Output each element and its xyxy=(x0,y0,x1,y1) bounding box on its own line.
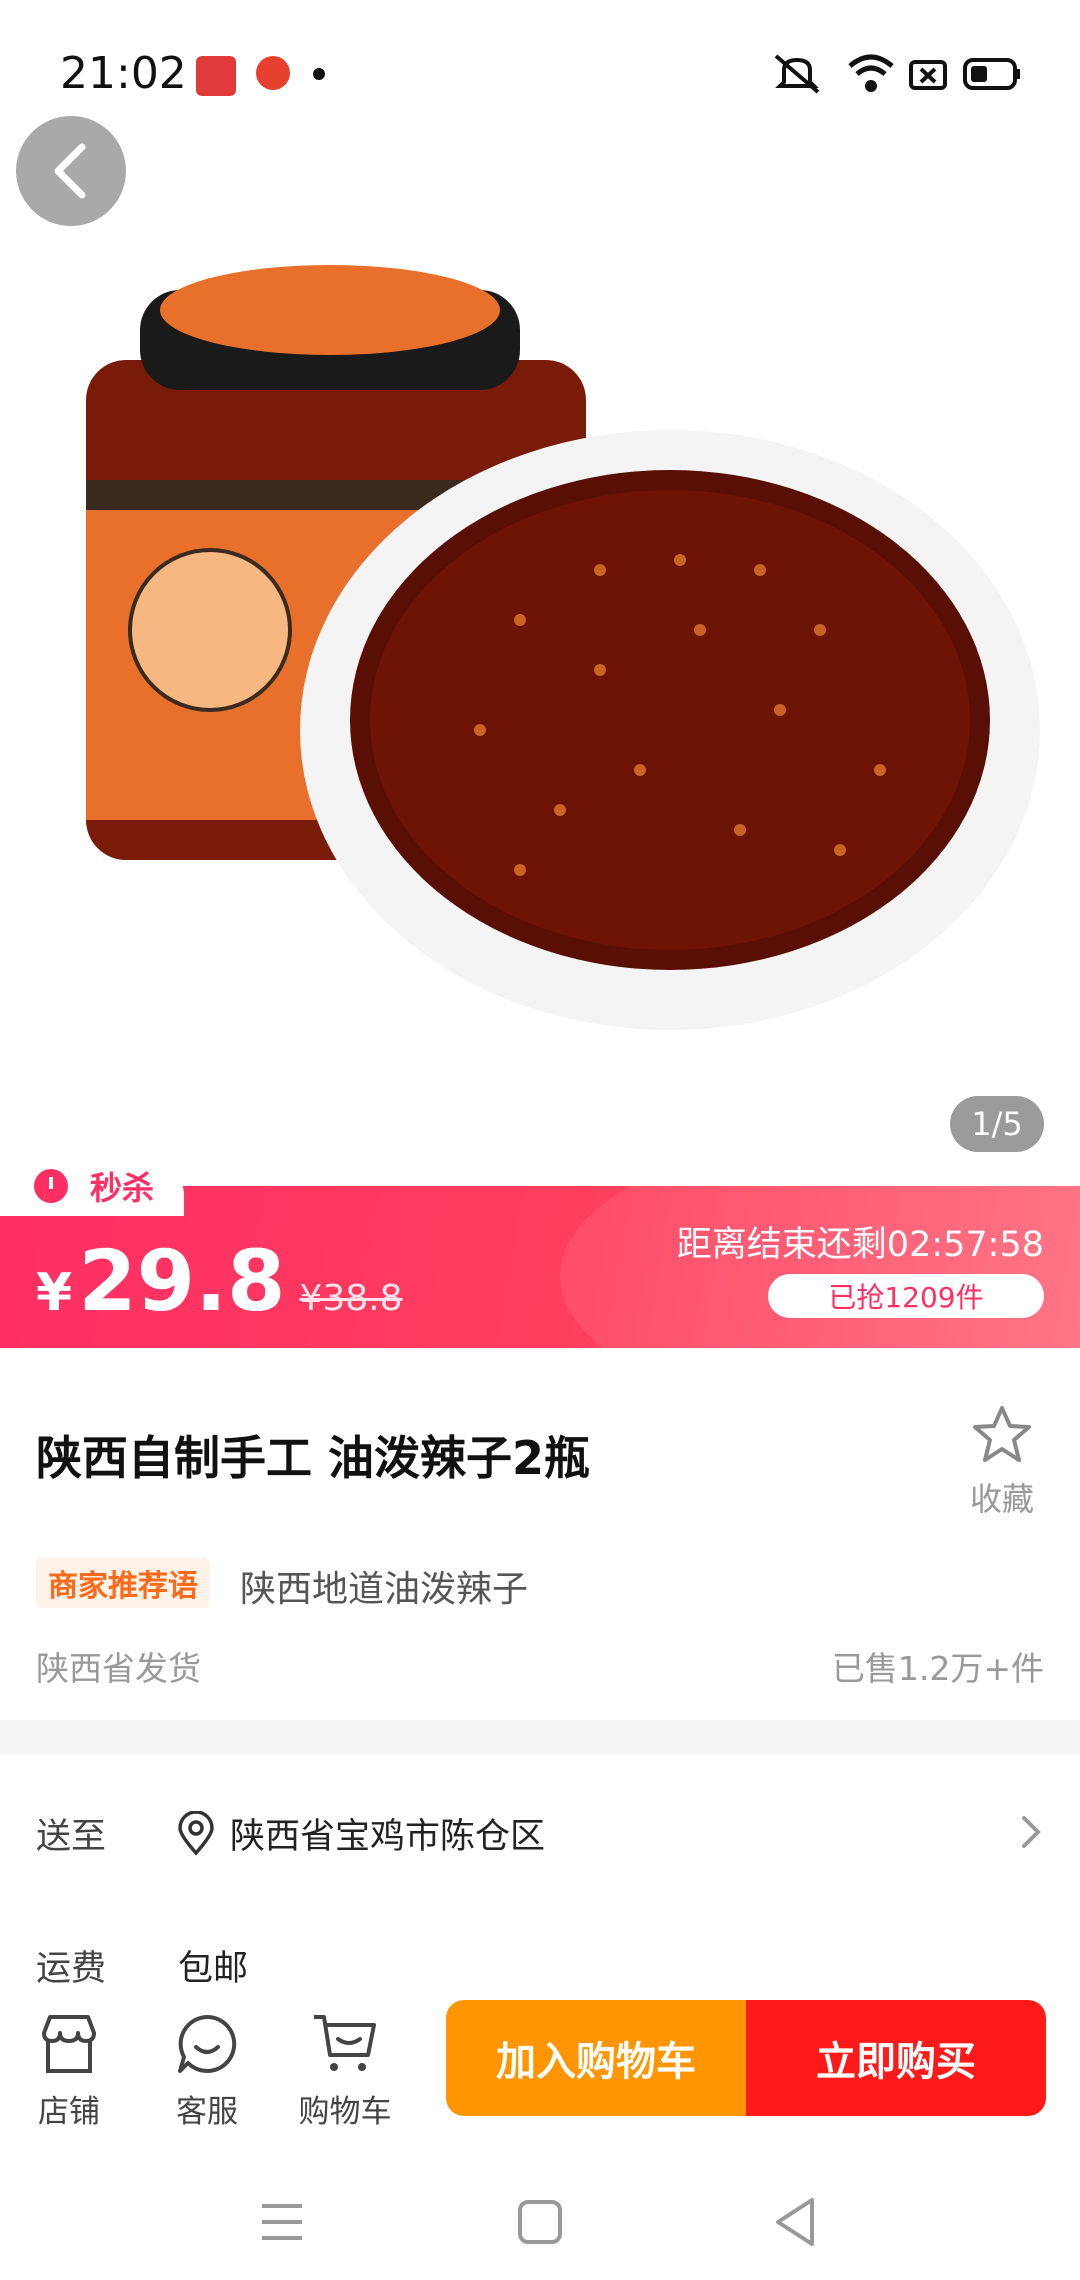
cart-button[interactable]: 购物车 xyxy=(280,2010,410,2131)
video-app-notification-icon xyxy=(256,56,290,90)
star-icon xyxy=(973,1406,1031,1462)
status-bar: 21:02 xyxy=(0,0,1080,150)
store-label: 店铺 xyxy=(38,2094,100,2130)
shopping-cart-icon xyxy=(314,2015,376,2071)
favorite-label: 收藏 xyxy=(969,1480,1034,1518)
stopwatch-icon xyxy=(34,1169,68,1203)
delivery-address-row[interactable]: 陕西省宝鸡市陈仓区 xyxy=(176,1808,545,1859)
cart-label: 购物车 xyxy=(298,2094,392,2130)
image-counter: 1/5 xyxy=(950,1096,1044,1152)
sim-icon xyxy=(909,60,947,90)
store-button[interactable]: 店铺 xyxy=(4,2010,134,2131)
flash-sale-tag: 秒杀 xyxy=(0,1156,184,1216)
delivery-address: 陕西省宝鸡市陈仓区 xyxy=(230,1817,546,1857)
store-icon xyxy=(42,2015,96,2073)
sold-progress-pill: 已抢1209件 xyxy=(768,1274,1044,1318)
ship-from: 陕西省发货 xyxy=(36,1649,201,1688)
flash-sale-label: 秒杀 xyxy=(90,1169,155,1207)
price-block: ¥ 29.8 ¥38.8 xyxy=(36,1232,403,1330)
add-to-cart-button[interactable]: 加入购物车 xyxy=(446,2000,746,2116)
chevron-right-icon[interactable] xyxy=(1016,1812,1044,1852)
system-navigation-bar xyxy=(0,2160,1080,2280)
section-divider xyxy=(0,1720,1080,1754)
location-pin-icon xyxy=(178,1810,214,1856)
customer-service-button[interactable]: 客服 xyxy=(142,2010,272,2131)
wifi-icon xyxy=(848,54,894,92)
sale-price: 29.8 xyxy=(78,1232,286,1330)
home-icon[interactable] xyxy=(516,2198,564,2246)
back-nav-icon[interactable] xyxy=(772,2196,818,2248)
back-button[interactable] xyxy=(16,116,126,226)
recommend-text: 陕西地道油泼辣子 xyxy=(240,1569,529,1610)
chevron-left-icon xyxy=(54,143,86,199)
buy-now-button[interactable]: 立即购买 xyxy=(746,2000,1046,2116)
mute-icon xyxy=(774,54,820,94)
app-notification-icon xyxy=(196,56,236,96)
countdown-timer: 距离结束还剩02:57:58 xyxy=(676,1225,1044,1265)
product-photo xyxy=(86,265,1040,1030)
menu-icon[interactable] xyxy=(258,2200,306,2244)
recommend-tag: 商家推荐语 xyxy=(36,1558,210,1608)
banner-decoration xyxy=(560,1186,1080,1348)
sold-count: 已售1.2万+件 xyxy=(831,1649,1044,1688)
battery-icon xyxy=(963,58,1020,90)
deliver-to-label: 送至 xyxy=(36,1817,107,1857)
original-price: ¥38.8 xyxy=(299,1278,403,1319)
customer-service-label: 客服 xyxy=(176,2094,238,2130)
currency-symbol: ¥ xyxy=(36,1263,73,1323)
favorite-button[interactable]: 收藏 xyxy=(960,1404,1044,1520)
shipping-fee-label: 运费 xyxy=(36,1949,107,1989)
shipping-fee-value: 包邮 xyxy=(178,1949,249,1989)
chat-bubble-icon xyxy=(178,2014,237,2073)
more-notifications-dot-icon xyxy=(313,68,325,80)
product-title: 陕西自制手工 油泼辣子2瓶 xyxy=(36,1431,591,1485)
product-image-gallery[interactable] xyxy=(0,0,1080,1190)
status-time: 21:02 xyxy=(60,48,187,99)
